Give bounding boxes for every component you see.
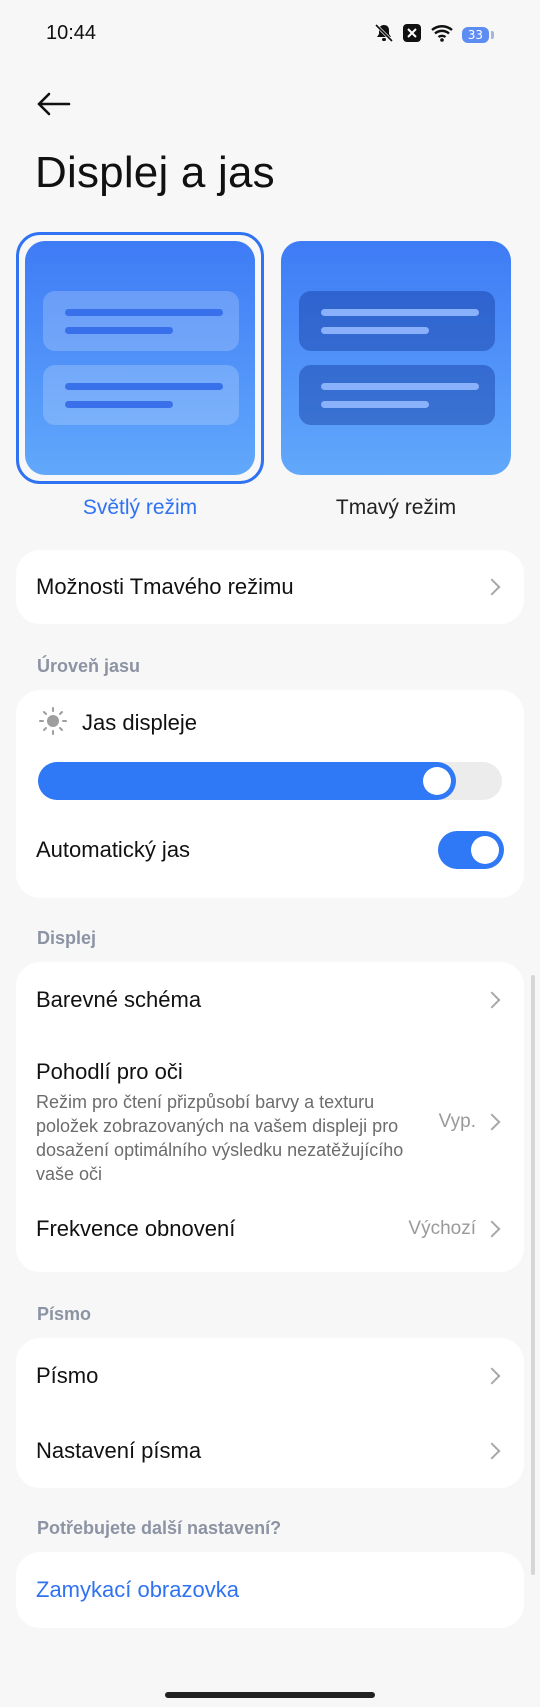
brightness-slider[interactable] [38, 762, 502, 800]
preview-line [65, 383, 223, 390]
arrow-left-icon [37, 92, 71, 116]
chevron-right-icon [483, 1367, 501, 1385]
section-display: Displej [37, 928, 97, 948]
preview-card [299, 291, 495, 351]
toggle-knob [471, 836, 499, 864]
auto-brightness-toggle[interactable] [438, 831, 504, 869]
chevron-right-icon [483, 1442, 501, 1460]
preview-line [321, 327, 429, 334]
brightness-slider-fill [38, 762, 456, 800]
chevron-right-icon [483, 578, 501, 596]
section-more-settings: Potřebujete další nastavení? [37, 1518, 282, 1538]
refresh-rate-row[interactable]: Frekvence obnovení Výchozí [36, 1194, 504, 1264]
dark-mode-options-label: Možnosti Tmavého režimu [36, 574, 294, 599]
close-box-icon [402, 23, 422, 48]
sun-icon [38, 706, 68, 741]
chevron-right-icon [483, 1220, 501, 1238]
battery-cap [491, 31, 494, 39]
bell-off-icon [374, 23, 394, 48]
status-icons: 33 [374, 22, 494, 48]
font-settings-row[interactable]: Nastavení písma [36, 1414, 504, 1488]
brightness-card: Jas displeje Automatický jas [16, 690, 524, 898]
chevron-right-icon [483, 1113, 501, 1131]
dark-mode-preview[interactable] [281, 241, 511, 475]
font-label: Písmo [36, 1363, 99, 1388]
preview-line [65, 309, 223, 316]
lock-screen-link[interactable]: Zamykací obrazovka [36, 1577, 239, 1603]
dark-mode-options-card[interactable]: Možnosti Tmavého režimu [16, 550, 524, 624]
eye-comfort-label: Pohodlí pro oči [36, 1059, 183, 1084]
auto-brightness-label: Automatický jas [36, 837, 191, 862]
home-indicator[interactable] [165, 1692, 375, 1698]
wifi-icon [430, 23, 454, 48]
battery-icon: 33 [461, 27, 489, 43]
refresh-rate-label: Frekvence obnovení [36, 1216, 236, 1241]
preview-line [65, 401, 173, 408]
font-settings-label: Nastavení písma [36, 1438, 202, 1463]
color-scheme-label: Barevné schéma [36, 987, 202, 1012]
brightness-slider-handle[interactable] [422, 767, 451, 795]
status-time: 10:44 [46, 22, 97, 44]
refresh-rate-value: Výchozí [408, 1218, 476, 1239]
preview-line [65, 327, 173, 334]
light-mode-label[interactable]: Světlý režim [25, 496, 255, 520]
eye-comfort-row[interactable]: Pohodlí pro oči [36, 1056, 504, 1088]
font-card: Písmo Nastavení písma [16, 1338, 524, 1488]
chevron-right-icon [483, 991, 501, 1009]
light-mode-preview[interactable] [25, 241, 255, 475]
display-card: Barevné schéma Pohodlí pro oči Režim pro… [16, 962, 524, 1272]
scrollbar[interactable] [531, 975, 535, 1575]
section-font: Písmo [37, 1304, 92, 1324]
preview-line [321, 383, 479, 390]
preview-card [43, 365, 239, 425]
eye-comfort-value: Vyp. [438, 1111, 476, 1132]
preview-line [321, 401, 429, 408]
back-button[interactable] [30, 80, 78, 128]
preview-card [299, 365, 495, 425]
lock-screen-card[interactable]: Zamykací obrazovka [16, 1552, 524, 1628]
font-row[interactable]: Písmo [36, 1338, 504, 1414]
color-scheme-row[interactable]: Barevné schéma [36, 962, 504, 1038]
preview-line [321, 309, 479, 316]
eye-comfort-value-row[interactable]: Vyp. [36, 1102, 504, 1142]
display-brightness-label: Jas displeje [82, 710, 197, 735]
section-brightness: Úroveň jasu [37, 656, 141, 676]
status-bar: 10:44 33 [0, 0, 540, 70]
preview-card [43, 291, 239, 351]
page-title: Displej a jas [35, 148, 275, 197]
dark-mode-label[interactable]: Tmavý režim [281, 496, 511, 520]
